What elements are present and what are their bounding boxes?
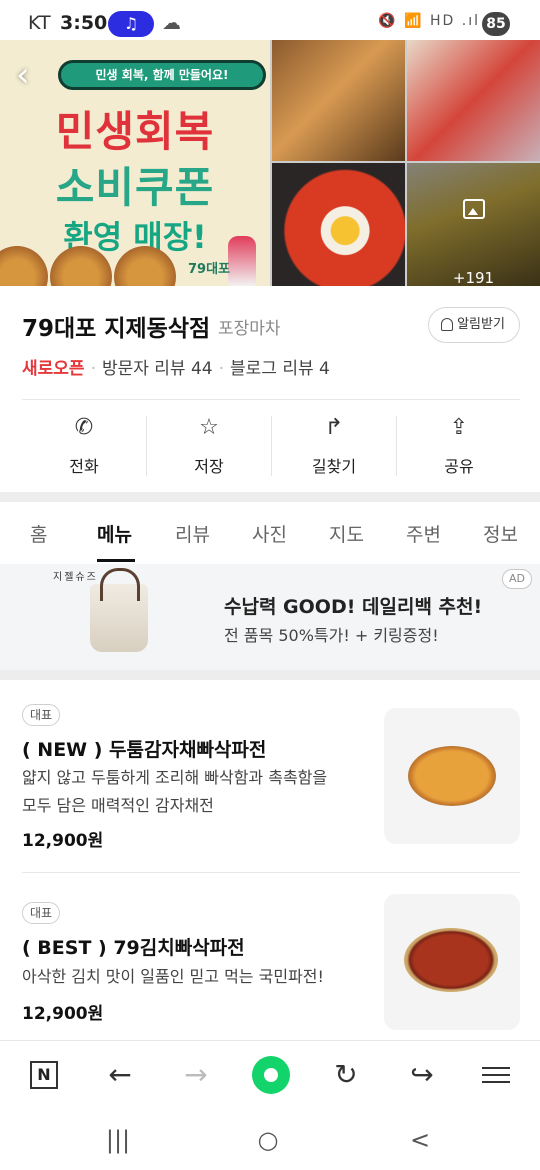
action-row: ✆ 전화 ☆ 저장 ↱ 길찾기 ⇪ 공유	[22, 400, 520, 492]
store-stats: 새로오픈 · 방문자 리뷰 44 · 블로그 리뷰 4	[22, 354, 330, 379]
tab-reviews[interactable]: 리뷰	[175, 520, 210, 547]
menu-item[interactable]: 대표 ( BEST ) 79김치빠삭파전 아삭한 김치 맛이 일품인 믿고 먹는…	[0, 873, 540, 1039]
music-icon: ♫	[108, 11, 154, 37]
section-separator	[0, 492, 540, 502]
menu-description: 얇지 않고 두툼하게 조리해 빠삭함과 촉촉함을 모두 담은 매력적인 감자채전	[22, 764, 372, 820]
representative-badge: 대표	[22, 902, 60, 924]
star-icon: ☆	[199, 415, 219, 440]
green-dot-button[interactable]	[252, 1056, 290, 1094]
recents-button[interactable]: |||	[98, 1124, 138, 1156]
menu-thumbnail[interactable]	[384, 894, 520, 1030]
naver-home-button[interactable]: N	[30, 1061, 58, 1089]
directions-button[interactable]: ↱ 길찾기	[272, 400, 396, 492]
battery-indicator: 85	[482, 12, 510, 36]
tab-home[interactable]: 홈	[30, 520, 47, 547]
tab-menu[interactable]: 메뉴	[97, 520, 132, 547]
ad-subtitle: 전 품목 50%특가! + 키링증정!	[224, 626, 439, 645]
system-nav-bar: ||| ○ <	[0, 1110, 540, 1170]
new-open-badge: 새로오픈	[22, 359, 85, 379]
directions-icon: ↱	[324, 415, 344, 440]
separator-dot: ·	[90, 359, 96, 379]
notification-button[interactable]: 알림받기	[428, 307, 520, 343]
bell-icon	[441, 318, 453, 331]
share-icon: ⇪	[449, 415, 469, 440]
photo-icon	[463, 199, 485, 219]
kimchi-pancake-image	[404, 928, 498, 992]
system-back-button[interactable]: <	[400, 1124, 440, 1156]
gallery-more-photos[interactable]: +191	[407, 163, 540, 286]
back-icon[interactable]: ‹	[16, 58, 46, 96]
call-label: 전화	[69, 457, 99, 476]
tab-map[interactable]: 지도	[329, 520, 364, 547]
menu-description-line: 모두 담은 매력적인 감자채전	[22, 796, 214, 815]
weather-icon: ☁	[162, 12, 181, 34]
ad-title: 수납력 GOOD! 데일리백 추천!	[224, 596, 483, 618]
separator-dot: ·	[218, 359, 225, 379]
hero-main-photo[interactable]: 민생 회복, 함께 만들어요! 민생회복 소비쿠폰 환영 매장! 79대포 ‹	[0, 40, 270, 286]
representative-badge: 대표	[22, 704, 60, 726]
photo-gallery[interactable]: 민생 회복, 함께 만들어요! 민생회복 소비쿠폰 환영 매장! 79대포 ‹ …	[0, 40, 540, 286]
hero-headline-2: 소비쿠폰	[55, 163, 215, 212]
menu-price: 12,900원	[22, 831, 104, 851]
save-label: 저장	[194, 457, 224, 476]
bag-image	[90, 568, 148, 652]
ad-badge[interactable]: AD	[502, 569, 532, 589]
menu-description: 아삭한 김치 맛이 일품인 믿고 먹는 국민파전!	[22, 963, 372, 991]
ad-banner[interactable]: 지젤슈즈 수납력 GOOD! 데일리백 추천! 전 품목 50%특가! + 키링…	[0, 564, 540, 670]
share-button[interactable]: ⇪ 공유	[397, 400, 521, 492]
directions-label: 길찾기	[311, 457, 357, 476]
tab-info[interactable]: 정보	[483, 520, 518, 547]
tab-nearby[interactable]: 주변	[406, 520, 441, 547]
carrier-label: KT	[28, 12, 51, 34]
hero-headline-1: 민생회복	[55, 107, 215, 156]
back-button[interactable]: ←	[100, 1055, 140, 1095]
potato-pancake-image	[408, 746, 496, 806]
menu-item[interactable]: 대표 ( NEW ) 두툼감자채빠삭파전 얇지 않고 두툼하게 조리해 빠삭함과…	[0, 680, 540, 870]
store-name: 79대포 지제동삭점	[22, 316, 211, 342]
home-button[interactable]: ○	[248, 1124, 288, 1156]
menu-thumbnail[interactable]	[384, 708, 520, 844]
hero-banner: 민생 회복, 함께 만들어요!	[58, 60, 266, 90]
forward-button[interactable]: →	[176, 1055, 216, 1095]
brand-logo: 79대포	[188, 262, 231, 277]
notification-button-label: 알림받기	[457, 317, 505, 332]
clock: 3:50	[60, 12, 108, 34]
photo-count: +191	[452, 269, 495, 286]
share-label: 공유	[444, 457, 474, 476]
ad-brand: 지젤슈즈	[53, 572, 98, 583]
gallery-photo[interactable]	[272, 40, 405, 161]
menu-description-line: 아삭한 김치 맛이 일품인 믿고 먹는 국민파전!	[22, 967, 324, 986]
refresh-button[interactable]: ↻	[326, 1055, 366, 1095]
menu-name: ( BEST ) 79김치빠삭파전	[22, 937, 245, 959]
tab-photos[interactable]: 사진	[252, 520, 287, 547]
bottle-image	[228, 236, 256, 286]
blog-review-link[interactable]: 블로그 리뷰 4	[230, 359, 330, 379]
menu-price: 12,900원	[22, 1004, 104, 1024]
tab-bar: 홈 메뉴 리뷰 사진 지도 주변 정보	[0, 502, 540, 564]
system-status-icons: 🔇 📶 HD .ıl	[378, 13, 480, 29]
active-tab-indicator	[97, 559, 135, 562]
photo-overlay	[407, 163, 540, 286]
visitor-review-link[interactable]: 방문자 리뷰 44	[102, 359, 213, 379]
store-category: 포장마차	[218, 319, 281, 339]
menu-description-line: 얇지 않고 두툼하게 조리해 빠삭함과 촉촉함을	[22, 768, 328, 787]
gallery-photo[interactable]	[272, 163, 405, 286]
save-button[interactable]: ☆ 저장	[147, 400, 271, 492]
call-button[interactable]: ✆ 전화	[22, 400, 146, 492]
menu-name: ( NEW ) 두툼감자채빠삭파전	[22, 739, 267, 761]
share-page-button[interactable]: ↪	[402, 1055, 442, 1095]
menu-icon[interactable]	[482, 1067, 510, 1083]
phone-icon: ✆	[74, 415, 94, 440]
gallery-photo[interactable]: my	[407, 40, 540, 161]
section-separator	[0, 670, 540, 680]
browser-toolbar: N ← → ↻ ↪	[0, 1040, 540, 1110]
